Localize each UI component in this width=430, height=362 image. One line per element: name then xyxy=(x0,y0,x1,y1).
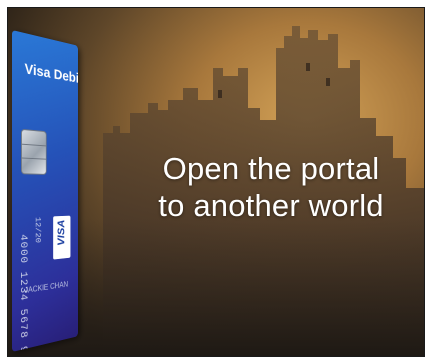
card-expiry: 12/20 xyxy=(33,216,42,244)
card-chip-icon xyxy=(21,128,47,175)
visa-debit-card: Visa Debit 4000 1234 5678 9010 12/20 VIS… xyxy=(12,30,78,352)
headline-line-2: to another world xyxy=(158,188,384,223)
cardholder-name: JACKIE CHAN xyxy=(24,279,69,296)
headline-line-1: Open the portal xyxy=(162,151,380,186)
ad-headline: Open the portal to another world xyxy=(118,150,424,224)
castle-window xyxy=(326,78,330,86)
visa-logo-icon: VISA xyxy=(53,215,71,260)
ad-banner[interactable]: Visa Debit 4000 1234 5678 9010 12/20 VIS… xyxy=(7,7,425,357)
card-title: Visa Debit xyxy=(24,60,78,88)
visa-logo-text: VISA xyxy=(55,219,67,247)
castle-window xyxy=(218,90,222,98)
castle-window xyxy=(306,63,310,71)
